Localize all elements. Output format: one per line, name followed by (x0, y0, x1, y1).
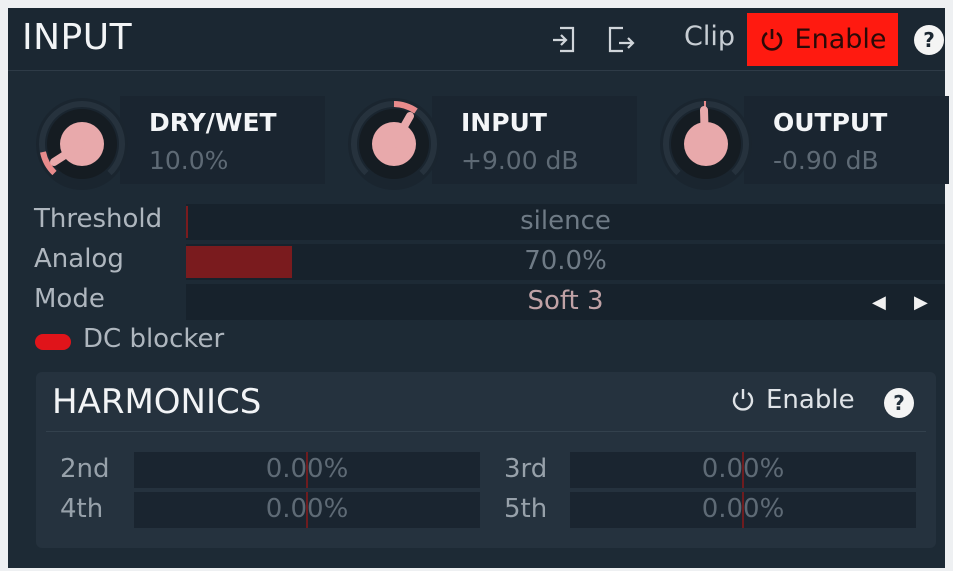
module-title: INPUT (22, 17, 133, 58)
harmonic-3rd-label: 3rd (504, 454, 548, 484)
output-label: OUTPUT (773, 108, 888, 137)
harmonic-2nd-slider[interactable]: 0.00% (134, 452, 480, 488)
input-label: INPUT (461, 108, 547, 137)
dry-wet-label: DRY/WET (149, 108, 277, 137)
help-button[interactable]: ? (914, 25, 944, 55)
harmonic-5th-label: 5th (504, 494, 548, 524)
output-gain-control[interactable]: OUTPUT -0.90 dB (656, 96, 951, 190)
harmonic-2nd-label: 2nd (60, 454, 110, 484)
input-gain-knob[interactable] (344, 94, 444, 194)
input-value: +9.00 dB (461, 146, 579, 175)
harmonics-section: HARMONICS Enable ? 2nd 0.00% 3rd 0.00% 4… (36, 372, 936, 548)
harmonic-4th-value: 0.00% (265, 494, 349, 524)
header-bar: INPUT Clip Enable ? (8, 8, 945, 71)
output-value: -0.90 dB (773, 146, 879, 175)
export-preset-icon[interactable] (605, 25, 635, 55)
input-module-panel: INPUT Clip Enable ? DRY/WET 10.0% INPUT … (8, 8, 949, 568)
enable-label: Enable (794, 24, 887, 55)
power-icon (761, 28, 782, 51)
module-enable-button[interactable]: Enable (747, 13, 898, 66)
dry-wet-value: 10.0% (149, 146, 229, 175)
harmonics-enable-button[interactable]: Enable (730, 385, 855, 415)
mode-next-arrow-icon[interactable]: ▶ (914, 292, 928, 313)
threshold-value: silence (520, 206, 611, 236)
dc-blocker-toggle[interactable] (35, 334, 71, 350)
analog-slider[interactable]: 70.0% (186, 244, 945, 280)
harmonics-enable-label: Enable (766, 385, 855, 415)
power-icon (732, 389, 754, 411)
harmonic-4th-slider[interactable]: 0.00% (134, 492, 480, 528)
harmonic-2nd-value: 0.00% (265, 454, 349, 484)
harmonics-help-button[interactable]: ? (884, 388, 914, 418)
mode-prev-arrow-icon[interactable]: ◀ (872, 292, 886, 313)
analog-label: Analog (34, 244, 124, 274)
harmonics-divider (46, 431, 926, 432)
mode-label: Mode (34, 284, 105, 314)
threshold-label: Threshold (34, 204, 163, 234)
mode-value: Soft 3 (527, 286, 604, 316)
analog-value: 70.0% (524, 246, 607, 276)
harmonic-3rd-slider[interactable]: 0.00% (570, 452, 916, 488)
dc-blocker-label: DC blocker (83, 324, 225, 354)
clip-toggle[interactable]: Clip (684, 21, 735, 52)
harmonic-3rd-value: 0.00% (701, 454, 785, 484)
dry-wet-knob[interactable] (32, 94, 132, 194)
import-preset-icon[interactable] (551, 25, 581, 55)
input-gain-control[interactable]: INPUT +9.00 dB (344, 96, 639, 190)
harmonic-5th-value: 0.00% (701, 494, 785, 524)
harmonics-title: HARMONICS (52, 382, 262, 422)
threshold-slider[interactable]: silence (186, 204, 945, 240)
dry-wet-control[interactable]: DRY/WET 10.0% (32, 96, 327, 190)
harmonic-5th-slider[interactable]: 0.00% (570, 492, 916, 528)
mode-selector[interactable]: Soft 3 ◀ ▶ (186, 284, 945, 320)
harmonic-4th-label: 4th (60, 494, 104, 524)
output-gain-knob[interactable] (656, 94, 756, 194)
